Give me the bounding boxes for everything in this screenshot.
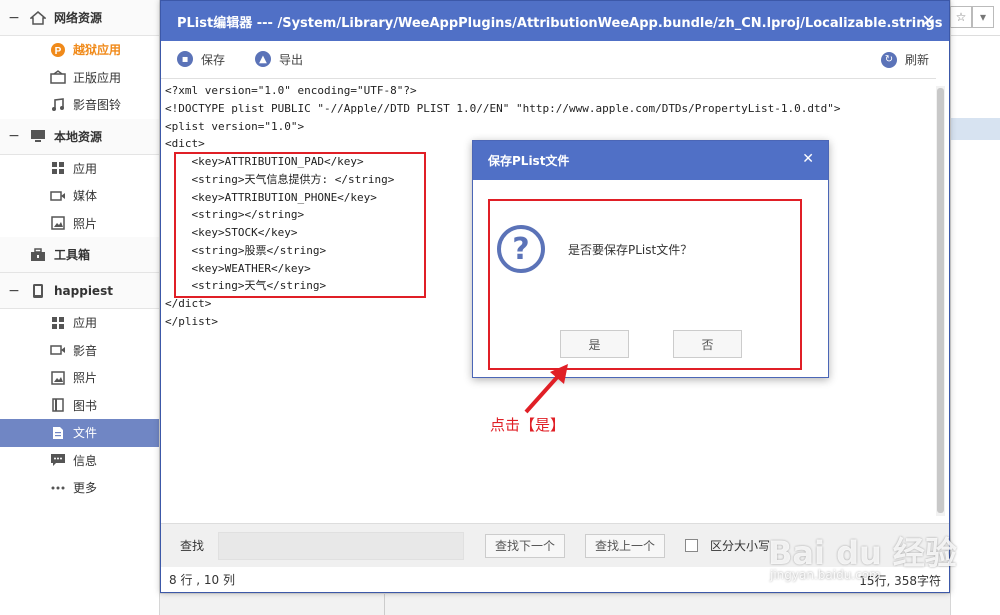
- sidebar-item-label: 应用: [73, 161, 98, 176]
- sidebar-group-label: 本地资源: [54, 129, 103, 144]
- video-icon: [50, 188, 66, 204]
- sidebar-item-label: 越狱应用: [73, 43, 122, 58]
- editor-toolbar: ▪ 保存 ▲ 导出: [161, 41, 949, 77]
- save-button[interactable]: ▪ 保存: [177, 51, 225, 68]
- sidebar-item-label: 应用: [73, 316, 98, 331]
- refresh-button[interactable]: ↻ 刷新: [880, 51, 929, 68]
- annotation-text: 点击【是】: [490, 416, 566, 434]
- sidebar-item-genuine-apps[interactable]: 正版应用: [0, 64, 159, 92]
- sidebar-item-label: 正版应用: [73, 70, 122, 85]
- sidebar-group-label: happiest: [54, 283, 113, 298]
- sidebar-item-label: 媒体: [73, 189, 98, 204]
- sidebar-group-network[interactable]: − 网络资源: [0, 0, 159, 36]
- browser-toolbar: ☆ ▾: [950, 6, 994, 28]
- photo-icon: [50, 370, 66, 386]
- sidebar-item-local-apps[interactable]: 应用: [0, 155, 159, 183]
- sidebar-group-label: 网络资源: [54, 11, 103, 25]
- photo-icon: [50, 215, 66, 231]
- annotation-arrow: [524, 364, 568, 414]
- sidebar-item-local-photos[interactable]: 照片: [0, 210, 159, 238]
- book-icon: [50, 397, 66, 413]
- sidebar-group-local[interactable]: − 本地资源: [0, 118, 159, 155]
- code-line: <plist version="1.0">: [165, 120, 305, 133]
- toolbox-icon: [28, 247, 48, 263]
- sidebar-item-jailbreak-apps[interactable]: P 越狱应用: [0, 36, 159, 64]
- editor-title: PList编辑器 --- /System/Library/WeeAppPlugi…: [177, 15, 943, 31]
- home-icon: [28, 10, 48, 26]
- svg-text:P: P: [55, 46, 62, 57]
- music-icon: [50, 97, 66, 113]
- sidebar-item-label: 照片: [73, 371, 98, 386]
- p-icon: P: [50, 42, 66, 58]
- case-sensitive-checkbox[interactable]: [685, 539, 699, 552]
- close-icon[interactable]: ✕: [802, 151, 814, 167]
- dropdown-icon[interactable]: ▾: [972, 6, 994, 28]
- sidebar-item-label: 信息: [73, 453, 98, 468]
- sidebar-item-label: 文件: [73, 426, 98, 441]
- background-statusbar: [160, 593, 950, 615]
- highlight-box: [174, 152, 426, 298]
- sidebar-item-device-messages[interactable]: 信息: [0, 447, 159, 475]
- sidebar-item-label: 图书: [73, 398, 98, 413]
- export-label: 导出: [279, 52, 304, 67]
- collapse-icon[interactable]: −: [0, 283, 28, 299]
- save-label: 保存: [201, 52, 226, 67]
- sidebar-group-label: 工具箱: [54, 248, 91, 262]
- sidebar-item-label: 更多: [73, 481, 98, 496]
- code-line: <?xml version="1.0" encoding="UTF-8"?>: [165, 84, 417, 97]
- export-icon: ▲: [255, 51, 272, 67]
- sidebar-item-media-ringtones[interactable]: 影音图铃: [0, 91, 159, 119]
- save-icon: ▪: [177, 51, 193, 67]
- grid-icon: [50, 160, 66, 176]
- star-icon[interactable]: ☆: [950, 6, 972, 28]
- code-line: <!DOCTYPE plist PUBLIC "-//Apple//DTD PL…: [165, 102, 841, 115]
- cursor-position: 8 行 , 10 列: [169, 573, 235, 587]
- code-line: <dict>: [165, 137, 205, 150]
- code-line: </plist>: [165, 315, 218, 328]
- sidebar-item-device-apps[interactable]: 应用: [0, 309, 159, 337]
- highlight-box: [488, 199, 802, 370]
- file-icon: [50, 425, 66, 441]
- refresh-icon: ↻: [880, 51, 897, 68]
- baidu-watermark-url: jingyan.baidu.com: [770, 568, 881, 582]
- phone-icon: [28, 283, 48, 299]
- selected-row[interactable]: [951, 118, 1000, 140]
- video-icon: [50, 342, 66, 358]
- background-panel: [950, 0, 1000, 615]
- app-store-icon: [50, 69, 66, 85]
- collapse-icon[interactable]: −: [0, 128, 28, 144]
- scrollbar[interactable]: [936, 86, 945, 516]
- find-label: 查找: [180, 539, 205, 553]
- sidebar-item-device-more[interactable]: 更多: [0, 474, 159, 502]
- more-icon: [50, 480, 66, 496]
- collapse-icon[interactable]: −: [0, 10, 28, 26]
- message-icon: [50, 452, 66, 468]
- sidebar-item-device-photos[interactable]: 照片: [0, 364, 159, 392]
- sidebar-item-label: 照片: [73, 216, 98, 231]
- sidebar-item-device-video[interactable]: 影音: [0, 337, 159, 365]
- sidebar-item-label: 影音图铃: [73, 98, 122, 113]
- sidebar-item-device-books[interactable]: 图书: [0, 392, 159, 420]
- sidebar-item-local-media[interactable]: 媒体: [0, 182, 159, 210]
- sidebar-item-label: 影音: [73, 343, 98, 358]
- monitor-icon: [28, 128, 48, 144]
- sidebar-group-device[interactable]: − happiest: [0, 273, 159, 309]
- close-icon[interactable]: ✕: [922, 11, 935, 30]
- find-bar: 查找 查找下一个 查找上一个 区分大小写: [161, 523, 949, 567]
- find-prev-button[interactable]: 查找上一个: [585, 533, 666, 558]
- dialog-titlebar[interactable]: 保存PList文件: [473, 141, 828, 180]
- find-input[interactable]: [218, 531, 465, 560]
- refresh-label: 刷新: [904, 53, 929, 67]
- grid-icon: [50, 315, 66, 331]
- editor-titlebar[interactable]: PList编辑器 --- /System/Library/WeeAppPlugi…: [161, 1, 949, 41]
- sidebar: − 网络资源 P 越狱应用 正版应用 影音图铃 − 本地资源 应用 媒体 照片 …: [0, 0, 160, 615]
- find-next-button[interactable]: 查找下一个: [485, 533, 566, 558]
- case-sensitive-label: 区分大小写: [710, 539, 771, 553]
- dialog-title: 保存PList文件: [488, 154, 570, 168]
- save-plist-dialog: 保存PList文件 ✕ ? 是否要保存PList文件？ 是 否: [472, 140, 829, 378]
- sidebar-group-toolbox[interactable]: 工具箱: [0, 237, 159, 273]
- export-button[interactable]: ▲ 导出: [255, 51, 303, 68]
- scrollbar-thumb[interactable]: [937, 88, 944, 513]
- sidebar-item-device-files[interactable]: 文件: [0, 419, 159, 447]
